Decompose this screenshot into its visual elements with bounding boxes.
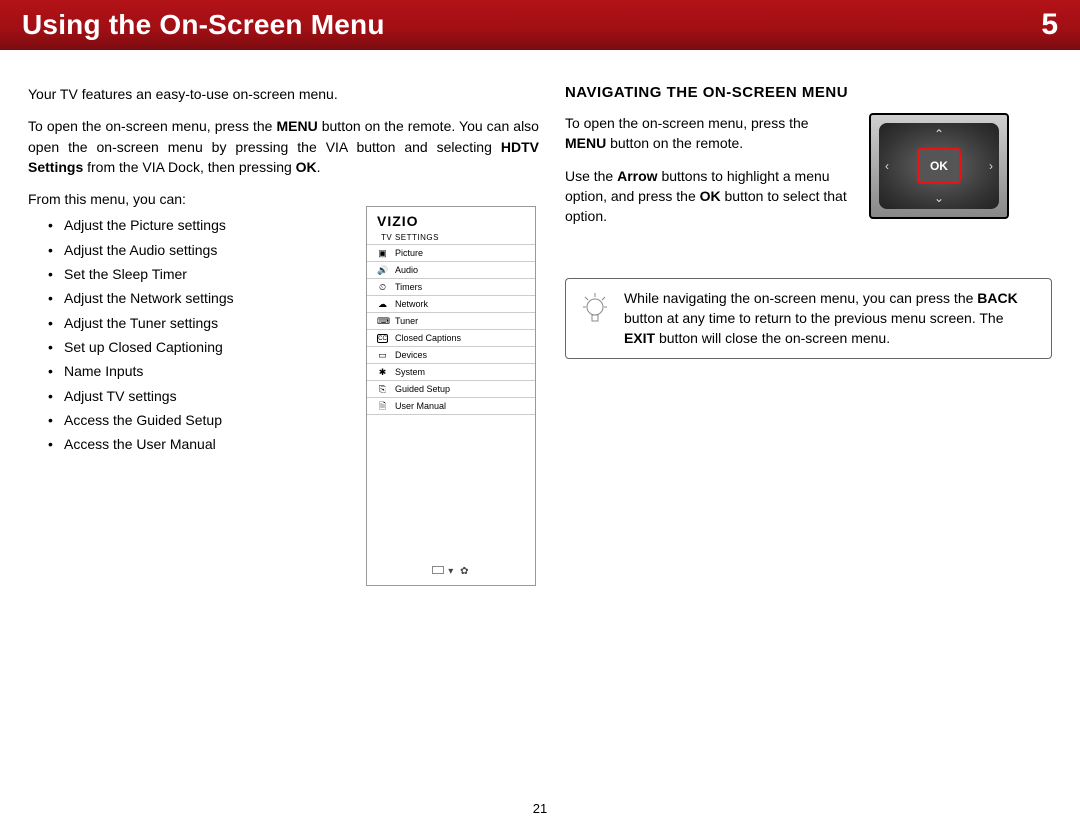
navigation-text: To open the on-screen menu, press the ME…: [565, 113, 851, 238]
tv-item-guided: ⎘Guided Setup: [367, 381, 535, 398]
arrow-right-icon: ›: [989, 159, 993, 173]
page-header: Using the On-Screen Menu 5: [0, 0, 1080, 50]
tv-item-picture: ▣Picture: [367, 245, 535, 262]
tv-brand: VIZIO: [367, 207, 535, 231]
tv-settings-panel: VIZIO TV SETTINGS ▣Picture 🔊Audio ⏲Timer…: [366, 206, 536, 586]
tip-box: While navigating the on-screen menu, you…: [565, 278, 1052, 359]
network-icon: ☁: [377, 300, 388, 309]
tv-item-tuner: ⌨Tuner: [367, 313, 535, 330]
guided-icon: ⎘: [377, 385, 388, 394]
tuner-icon: ⌨: [377, 317, 388, 326]
open-menu-paragraph: To open the on-screen menu, press the ME…: [28, 116, 539, 177]
page-number: 21: [533, 801, 547, 816]
devices-icon: ▭: [377, 351, 388, 360]
tv-footer: ▾ ✿: [367, 566, 535, 577]
tv-item-network: ☁Network: [367, 296, 535, 313]
nav-paragraph-1: To open the on-screen menu, press the ME…: [565, 113, 851, 154]
page-title: Using the On-Screen Menu: [22, 9, 385, 41]
lightbulb-icon: [580, 289, 610, 329]
manual-icon: 🗎: [377, 402, 388, 411]
footer-box-icon: [432, 566, 444, 574]
tv-item-audio: 🔊Audio: [367, 262, 535, 279]
ok-button: OK: [917, 148, 961, 184]
tv-item-devices: ▭Devices: [367, 347, 535, 364]
tv-subtitle: TV SETTINGS: [367, 231, 535, 245]
left-column: Your TV features an easy-to-use on-scree…: [28, 84, 539, 456]
tv-item-cc: CCClosed Captions: [367, 330, 535, 347]
remote-graphic: ⌃ ⌄ ‹ › OK: [869, 113, 1009, 219]
remote-inner: ⌃ ⌄ ‹ › OK: [879, 123, 999, 209]
content: Your TV features an easy-to-use on-scree…: [0, 50, 1080, 456]
section-heading: NAVIGATING THE ON-SCREEN MENU: [565, 84, 1052, 101]
timers-icon: ⏲: [377, 283, 388, 292]
arrow-down-icon: ⌄: [934, 191, 944, 205]
tip-text: While navigating the on-screen menu, you…: [624, 289, 1037, 348]
cc-icon: CC: [377, 334, 388, 343]
tv-item-timers: ⏲Timers: [367, 279, 535, 296]
audio-icon: 🔊: [377, 266, 388, 275]
tv-item-manual: 🗎User Manual: [367, 398, 535, 415]
right-column: NAVIGATING THE ON-SCREEN MENU To open th…: [565, 84, 1052, 456]
arrow-up-icon: ⌃: [934, 127, 944, 141]
system-icon: ✱: [377, 368, 388, 377]
nav-paragraph-2: Use the Arrow buttons to highlight a men…: [565, 166, 851, 227]
arrow-left-icon: ‹: [885, 159, 889, 173]
tv-item-system: ✱System: [367, 364, 535, 381]
navigation-block: To open the on-screen menu, press the ME…: [565, 113, 1052, 238]
picture-icon: ▣: [377, 249, 388, 258]
gear-icon: ✿: [460, 566, 470, 577]
chapter-number: 5: [1041, 8, 1058, 42]
intro-paragraph: Your TV features an easy-to-use on-scree…: [28, 84, 539, 104]
chevron-down-icon: ▾: [448, 566, 455, 577]
